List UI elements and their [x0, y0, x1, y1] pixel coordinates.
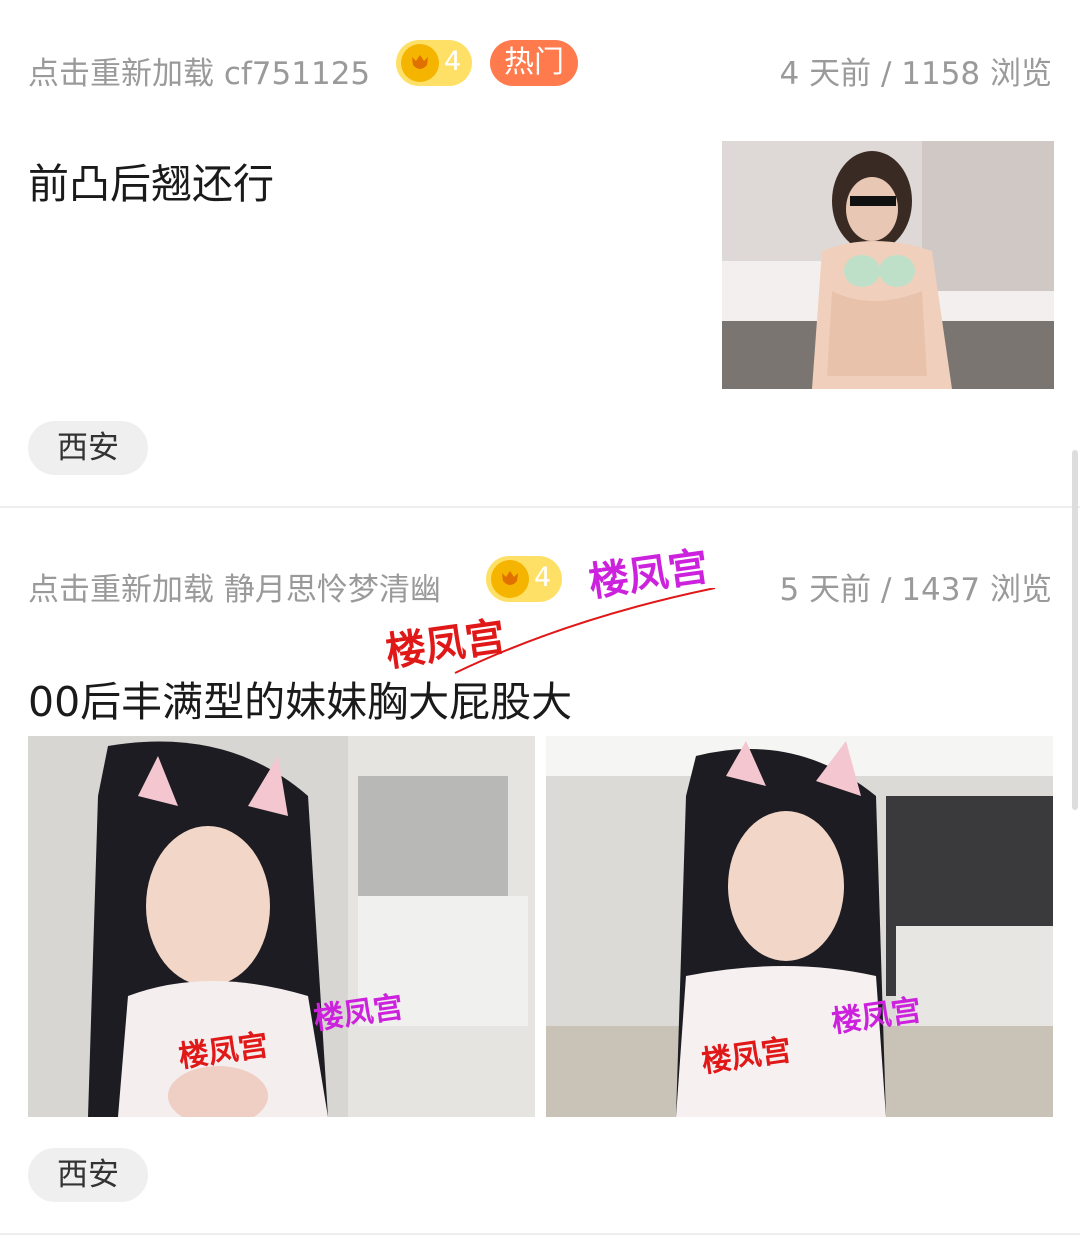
watermark-line — [454, 588, 716, 674]
post-image-2[interactable]: 楼凤宫 楼凤宫 — [546, 736, 1053, 1117]
post-card-1[interactable]: 点击重新加载 cf751125 4 热门 4 天前 / 1158 浏览 前凸后翘… — [0, 0, 1080, 506]
level-number: 4 — [444, 46, 462, 77]
divider — [0, 1233, 1080, 1235]
post-title[interactable]: 00后丰满型的妹妹胸大屁股大 — [28, 668, 572, 728]
level-badge: 4 — [396, 40, 472, 86]
location-tag[interactable]: 西安 — [28, 421, 148, 475]
tulip-coin-icon — [401, 44, 439, 82]
scrollbar[interactable] — [1072, 450, 1078, 810]
post-stats: 4 天前 / 1158 浏览 — [779, 56, 1052, 92]
post-meta: 点击重新加载 cf751125 4 热门 4 天前 / 1158 浏览 — [28, 40, 1052, 92]
hot-badge: 热门 — [490, 40, 578, 86]
post-thumbnail[interactable] — [722, 141, 1054, 389]
post-stats: 5 天前 / 1437 浏览 — [779, 572, 1052, 608]
author-name[interactable]: 点击重新加载 静月思怜梦清幽 — [28, 564, 441, 609]
post-card-2[interactable]: 点击重新加载 静月思怜梦清幽 4 5 天前 / 1437 浏览 楼凤宫 楼凤宫 … — [0, 508, 1080, 1233]
post-image-1[interactable]: 楼凤宫 楼凤宫 — [28, 736, 535, 1117]
location-tag[interactable]: 西安 — [28, 1148, 148, 1202]
post-title[interactable]: 前凸后翘还行 — [28, 150, 274, 210]
author-name[interactable]: 点击重新加载 cf751125 — [28, 48, 370, 93]
